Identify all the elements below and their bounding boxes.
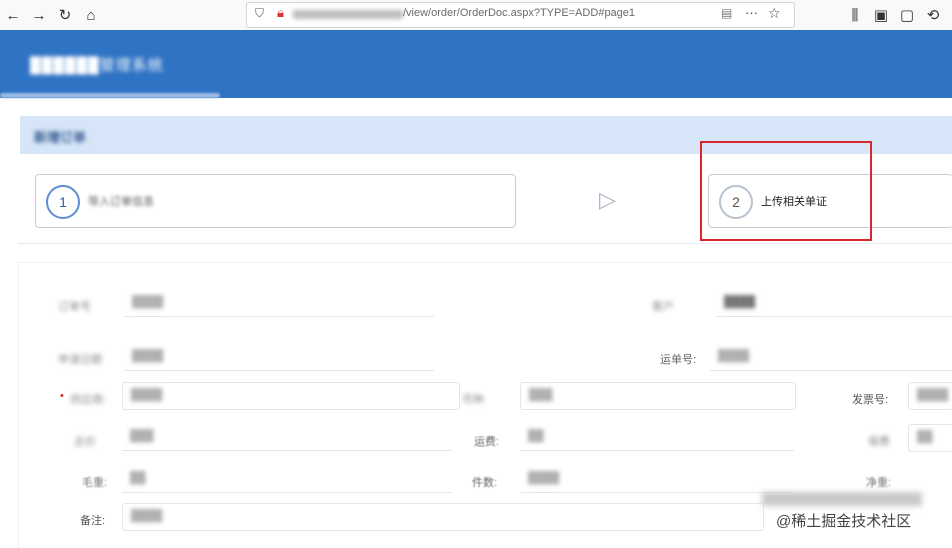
- watermark: @稀土掘金技术社区: [776, 513, 912, 530]
- step-import-order[interactable]: 1 导入订单信息: [35, 174, 516, 228]
- field-value: ████: [132, 296, 164, 308]
- field-label: 客户: [652, 301, 674, 313]
- field-label: 总价: [74, 436, 96, 448]
- field-label: 备注:: [80, 515, 106, 527]
- insurance-field[interactable]: ██: [908, 424, 952, 452]
- field-value: ████: [132, 350, 164, 362]
- step-arrow-icon: ▷: [599, 187, 616, 212]
- redacted-overlay: [762, 492, 922, 506]
- piece-count-field[interactable]: ████: [520, 466, 794, 493]
- app-header: ██████管理系统: [0, 30, 952, 98]
- pocket-icon[interactable]: ▢: [896, 4, 918, 26]
- step-number-badge: 1: [46, 185, 80, 219]
- reader-view-icon[interactable]: ▤: [721, 6, 732, 20]
- supplier-field[interactable]: ████: [122, 382, 460, 410]
- field-label: 件数:: [472, 477, 498, 489]
- remarks-field[interactable]: ████: [122, 503, 764, 531]
- customer-field[interactable]: ████: [716, 290, 952, 317]
- active-nav-indicator: [0, 93, 220, 98]
- currency-field[interactable]: ███: [520, 382, 796, 410]
- field-value: ████: [917, 389, 949, 401]
- field-value: ████: [131, 389, 163, 401]
- field-value: ██: [130, 472, 146, 484]
- field-label: 运单号:: [660, 354, 697, 366]
- library-icon[interactable]: ⫼: [844, 4, 866, 26]
- field-value: ████: [528, 472, 560, 484]
- field-value: ██: [917, 431, 933, 443]
- reload-icon[interactable]: ↻: [54, 4, 76, 26]
- field-label: 申请日期: [58, 354, 102, 366]
- browser-toolbar: ← → ↻ ⌂ ⛉ 🔒︎ /view/order/OrderDoc.aspx?T…: [0, 0, 952, 31]
- address-bar[interactable]: ⛉ 🔒︎ /view/order/OrderDoc.aspx?TYPE=ADD#…: [246, 2, 795, 28]
- red-highlight-box: [700, 141, 872, 241]
- back-arrow-icon[interactable]: ←: [2, 4, 24, 26]
- field-value: ███: [130, 430, 154, 442]
- field-label: 净重:: [866, 477, 892, 489]
- gross-weight-field[interactable]: ██: [122, 466, 452, 493]
- sidebar-icon[interactable]: ▣: [870, 4, 892, 26]
- apply-date-field[interactable]: ████: [124, 344, 434, 371]
- insecure-lock-icon[interactable]: 🔒︎: [277, 5, 284, 21]
- forward-arrow-icon[interactable]: →: [28, 4, 50, 26]
- shield-icon[interactable]: ⛉: [255, 6, 264, 21]
- field-value: ████: [131, 510, 163, 522]
- field-value: ████: [724, 296, 756, 308]
- divider: [18, 243, 952, 244]
- field-label: 币种: [462, 394, 484, 406]
- field-value: ████: [718, 350, 750, 362]
- step-label: 导入订单信息: [88, 196, 154, 208]
- field-label: 保费: [868, 436, 890, 448]
- section-title: 新增订单: [34, 130, 87, 145]
- home-icon[interactable]: ⌂: [80, 4, 102, 26]
- required-marker: •: [60, 390, 64, 402]
- field-label: 毛重:: [82, 477, 108, 489]
- waybill-field[interactable]: ████: [710, 344, 952, 371]
- total-price-field[interactable]: ███: [122, 424, 452, 451]
- history-icon[interactable]: ⟲: [922, 4, 944, 26]
- bookmark-star-icon[interactable]: ☆: [768, 5, 781, 22]
- url-text[interactable]: /view/order/OrderDoc.aspx?TYPE=ADD#page1: [403, 7, 635, 19]
- field-label: 运费:: [474, 436, 500, 448]
- field-label: 供应商:: [70, 394, 107, 406]
- field-value: ██: [528, 430, 544, 442]
- field-value: ███: [529, 389, 553, 401]
- field-label: 订单号: [58, 301, 91, 313]
- app-title: ██████管理系统: [30, 57, 164, 74]
- freight-field[interactable]: ██: [520, 424, 794, 451]
- order-number-field[interactable]: ████: [124, 290, 434, 317]
- invoice-number-field[interactable]: ████: [908, 382, 952, 410]
- field-label: 发票号:: [852, 394, 889, 406]
- url-host-redacted: [293, 10, 403, 19]
- page-actions-icon[interactable]: ···: [745, 5, 758, 20]
